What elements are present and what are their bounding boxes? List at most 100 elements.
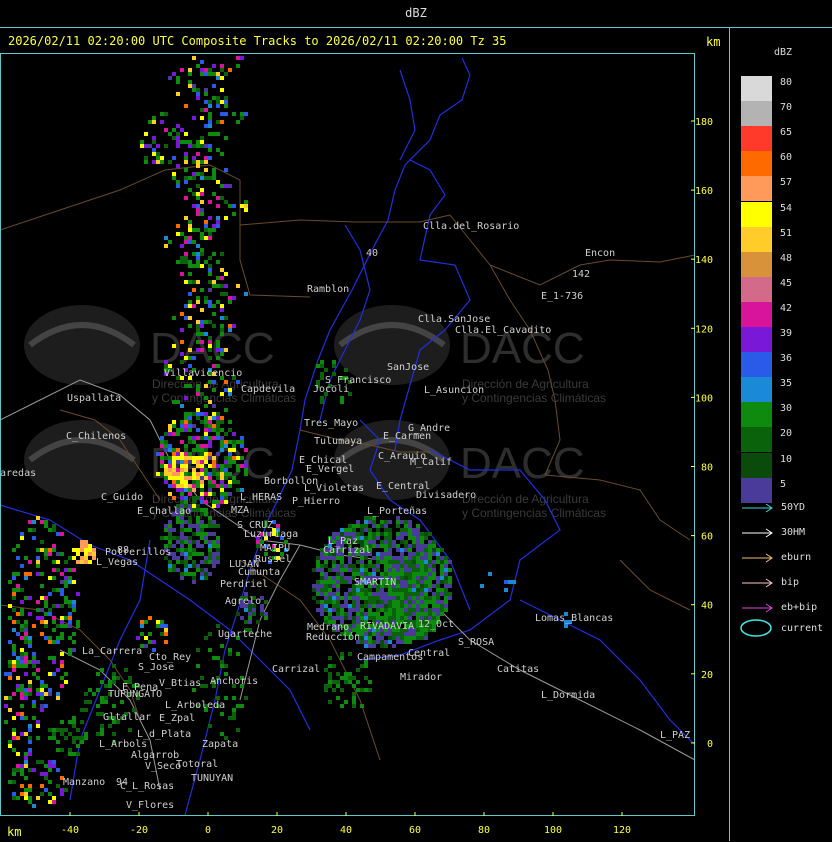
radar-cell [228,296,232,300]
radar-cell [196,192,200,196]
radar-cell [48,728,52,732]
radar-cell [24,692,28,696]
radar-cell [324,592,328,596]
radar-cell [420,612,424,616]
radar-cell [144,156,148,160]
radar-cell [380,520,384,524]
radar-cell [228,440,232,444]
radar-cell [220,348,224,352]
radar-cell [20,664,24,668]
radar-cell [176,80,180,84]
radar-cell [352,568,356,572]
radar-cell [220,196,224,200]
radar-cell [232,480,236,484]
radar-cell [52,640,56,644]
radar-cell [384,632,388,636]
radar-cell [384,608,388,612]
radar-cell [232,112,236,116]
radar-cell [208,520,212,524]
radar-cell [380,544,384,548]
radar-cell [172,424,176,428]
radar-cell [204,108,208,112]
radar-cell [28,796,32,800]
radar-cell [428,596,432,600]
radar-cell [200,136,204,140]
radar-cell [148,632,152,636]
radar-cell [228,456,232,460]
radar-cell [40,620,44,624]
radar-cell [224,104,228,108]
radar-cell [404,632,408,636]
radar-cell [188,144,192,148]
radar-cell [348,560,352,564]
radar-cell [4,696,8,700]
radar-cell [184,536,188,540]
radar-cell [24,660,28,664]
place-label: Manzano [63,777,105,788]
radar-cell [208,144,212,148]
radar-cell [84,732,88,736]
radar-cell [56,604,60,608]
radar-cell [200,288,204,292]
radar-cell [352,684,356,688]
place-label: Villavicencio [164,368,242,379]
radar-cell [216,356,220,360]
radar-cell [404,600,408,604]
radar-cell [232,448,236,452]
radar-cell [408,640,412,644]
radar-cell [28,728,32,732]
radar-cell [364,644,368,648]
radar-cell [400,608,404,612]
radar-cell [220,284,224,288]
radar-cell [228,184,232,188]
radar-cell [180,440,184,444]
radar-cell [344,676,348,680]
radar-cell [312,596,316,600]
scale-swatch-42 [741,301,772,327]
radar-cell [368,680,372,684]
radar-cell [200,472,204,476]
radar-cell [76,744,80,748]
radar-cell [412,556,416,560]
radar-cell [188,412,192,416]
radar-cell [220,496,224,500]
radar-cell [336,680,340,684]
radar-cell [60,592,64,596]
radar-cell [180,140,184,144]
radar-cell [216,120,220,124]
radar-cell [164,476,168,480]
radar-cell [312,584,316,588]
radar-cell [68,652,72,656]
radar-cell [328,592,332,596]
radar-cell [380,540,384,544]
radar-cell [20,768,24,772]
radar-cell [212,72,216,76]
radar-cell [204,508,208,512]
radar-cell [184,540,188,544]
radar-cell [188,68,192,72]
radar-cell [448,596,452,600]
radar-cell [188,324,192,328]
radar-cell [192,144,196,148]
radar-cell [360,528,364,532]
radar-cell [192,488,196,492]
radar-cell [84,548,88,552]
radar-cell [36,608,40,612]
radar-cell [48,612,52,616]
radar-cell [188,176,192,180]
radar-cell [208,228,212,232]
radar-cell [364,640,368,644]
radar-cell [152,152,156,156]
radar-cell [56,768,60,772]
radar-map[interactable]: DACCDirección de Agriculturay Contingenc… [0,0,729,841]
radar-cell [380,604,384,608]
radar-cell [196,564,200,568]
radar-cell [420,596,424,600]
radar-cell [220,712,224,716]
radar-cell [64,584,68,588]
radar-cell [512,580,516,584]
radar-cell [128,676,132,680]
radar-cell [340,608,344,612]
radar-cell [48,792,52,796]
track-arrow-icon [742,528,773,538]
